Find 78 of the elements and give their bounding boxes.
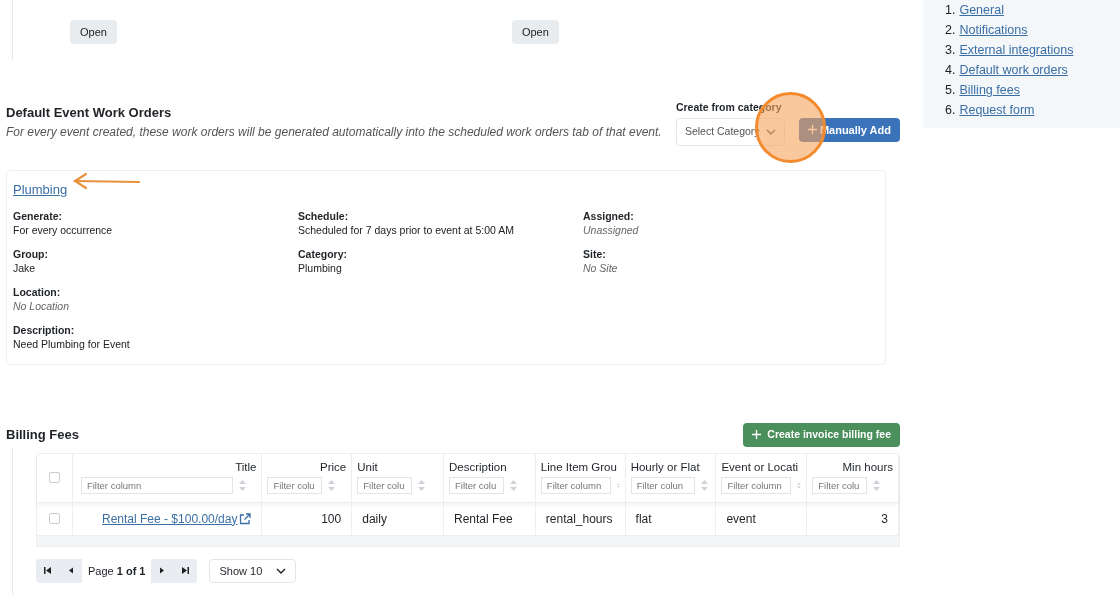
- field-value: No Site: [583, 260, 618, 276]
- sort-icon[interactable]: [510, 479, 518, 491]
- field-label: Generate:: [13, 208, 64, 223]
- column-header: Title: [234, 459, 257, 475]
- section-link[interactable]: Notifications: [959, 22, 1028, 40]
- work-order-link[interactable]: Plumbing: [13, 181, 68, 197]
- field-label: Assigned:: [583, 208, 635, 223]
- page-size-select[interactable]: Show 10: [209, 558, 297, 583]
- field-value: For every occurrence: [13, 222, 113, 238]
- field-label: Location:: [13, 284, 62, 299]
- field-label: Category:: [298, 246, 348, 261]
- column-header: Event or Locati: [721, 459, 800, 475]
- section-link[interactable]: General: [959, 2, 1004, 20]
- filter-field[interactable]: Filter column: [540, 476, 611, 494]
- filter-field[interactable]: Filter colu: [357, 476, 413, 494]
- column-header: Unit: [357, 459, 379, 475]
- section-description: For every event created, these work orders will be generated automatically into the scheduled work orders tab of that event.: [6, 123, 662, 141]
- filter-field[interactable]: Filter colu: [267, 476, 323, 494]
- sort-icon[interactable]: [873, 479, 881, 491]
- column-header: Description: [449, 459, 508, 475]
- open-button[interactable]: Open: [70, 20, 117, 44]
- field-label: Description:: [13, 322, 76, 337]
- table-cell-text: 3: [881, 510, 888, 528]
- chevron-down-icon: [276, 567, 287, 574]
- list-number: 5.: [945, 82, 956, 99]
- filter-field[interactable]: Filter colun: [630, 476, 695, 494]
- table-cell-text: event: [726, 510, 756, 528]
- filter-field[interactable]: Filter column: [721, 476, 792, 494]
- first-page-icon[interactable]: [43, 566, 52, 576]
- arrow-annotation: [72, 172, 142, 190]
- column-header: Hourly or Flat: [630, 459, 701, 475]
- column-header: Price: [319, 459, 347, 475]
- sort-icon[interactable]: [418, 479, 426, 491]
- section-link[interactable]: External integrations: [959, 42, 1074, 60]
- plus-icon: [752, 430, 762, 440]
- section-link[interactable]: Request form: [959, 102, 1035, 120]
- fee-link[interactable]: Rental Fee - $100.00/day: [102, 509, 238, 528]
- table-cell-text: 100: [321, 510, 342, 528]
- sort-icon[interactable]: [238, 479, 246, 491]
- table-cell-text: flat: [635, 510, 652, 528]
- field-value: Need Plumbing for Event: [13, 336, 130, 352]
- column-header: Min hours: [841, 459, 893, 475]
- list-number: 3.: [945, 42, 956, 59]
- external-link-icon[interactable]: [239, 512, 252, 525]
- field-value: Plumbing: [298, 260, 342, 276]
- filter-field[interactable]: Filter colu: [812, 476, 868, 494]
- section-title: Default Event Work Orders: [6, 104, 173, 123]
- field-label: Site:: [583, 246, 607, 261]
- filter-field[interactable]: Filter colu: [449, 476, 505, 494]
- column-header: Line Item Grou: [540, 459, 618, 475]
- checkbox[interactable]: [48, 472, 60, 484]
- list-number: 6.: [945, 102, 956, 119]
- create-billing-fee-button[interactable]: Create invoice billing fee: [743, 422, 900, 447]
- field-value: Scheduled for 7 days prior to event at 5:00 AM: [298, 222, 514, 238]
- checkbox[interactable]: [48, 513, 60, 525]
- section-link[interactable]: Default work orders: [959, 62, 1068, 80]
- previous-page-icon[interactable]: [66, 566, 75, 576]
- list-number: 4.: [945, 62, 956, 79]
- chevron-down-icon: [765, 128, 776, 135]
- page-indicator: Page 1 of 1: [87, 563, 147, 579]
- plus-icon: [807, 125, 817, 135]
- last-page-icon[interactable]: [181, 566, 191, 576]
- sort-icon[interactable]: [700, 479, 708, 491]
- table-cell-text: rental_hours: [545, 510, 613, 528]
- section-title: Billing Fees: [6, 426, 79, 444]
- table-cell-text: Rental Fee: [454, 510, 513, 528]
- field-value: Jake: [13, 260, 36, 276]
- field-label: Group:: [13, 246, 49, 261]
- field-value: No Location: [13, 298, 70, 314]
- field-label: Schedule:: [298, 208, 350, 223]
- open-button[interactable]: Open: [511, 20, 559, 44]
- section-link[interactable]: Billing fees: [959, 82, 1020, 100]
- field-value: Unassigned: [583, 222, 639, 238]
- table-cell-text: daily: [362, 510, 387, 528]
- list-number: 1.: [945, 2, 956, 19]
- sort-icon[interactable]: [328, 479, 336, 491]
- filter-field[interactable]: Filter column: [80, 476, 233, 494]
- list-number: 2.: [945, 22, 956, 39]
